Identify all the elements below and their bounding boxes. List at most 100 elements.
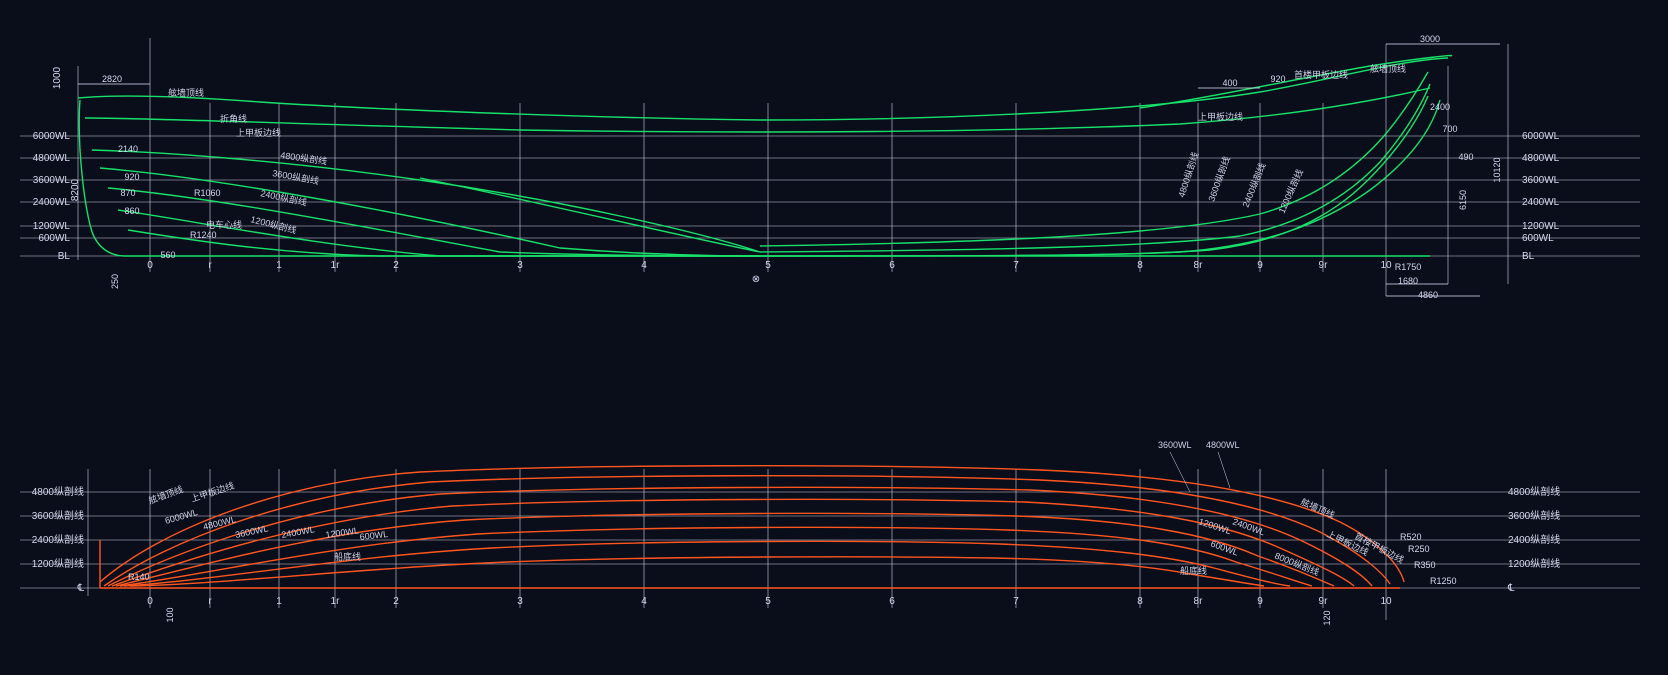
- svg-text:1200WL: 1200WL: [325, 525, 360, 540]
- svg-text:R520: R520: [1400, 532, 1422, 542]
- svg-text:上甲板边线: 上甲板边线: [189, 480, 235, 504]
- svg-text:2140: 2140: [118, 144, 138, 154]
- svg-text:8r: 8r: [1194, 596, 1204, 607]
- upper-station-labels: 0 r 1 1r 2 3 4 ⊗ 5 6 7 8 8r 9 9r 10: [147, 260, 1392, 285]
- svg-text:1200WL: 1200WL: [33, 221, 71, 232]
- svg-text:0: 0: [147, 596, 153, 607]
- svg-text:首楼甲板边线: 首楼甲板边线: [1294, 69, 1348, 80]
- svg-text:2400纵剖线: 2400纵剖线: [1240, 161, 1268, 209]
- svg-text:R1750: R1750: [1395, 262, 1422, 272]
- svg-text:上甲板边线: 上甲板边线: [236, 127, 281, 138]
- svg-text:3600纵剖线: 3600纵剖线: [1206, 155, 1232, 203]
- upper-left-labels: 6000WL 4800WL 3600WL 2400WL 1200WL 600WL…: [33, 66, 81, 262]
- svg-text:4: 4: [641, 260, 647, 271]
- svg-text:舷墙顶线: 舷墙顶线: [1299, 496, 1336, 521]
- svg-text:1200WL: 1200WL: [1522, 221, 1560, 232]
- svg-text:3: 3: [517, 596, 523, 607]
- svg-text:490: 490: [1458, 152, 1473, 162]
- svg-text:3600WL: 3600WL: [33, 175, 71, 186]
- svg-text:250: 250: [110, 274, 120, 289]
- svg-text:℄: ℄: [77, 583, 85, 594]
- svg-text:10: 10: [1380, 596, 1392, 607]
- cad-drawing: 6000WL 4800WL 3600WL 2400WL 1200WL 600WL…: [0, 0, 1668, 675]
- upper-view: 6000WL 4800WL 3600WL 2400WL 1200WL 600WL…: [20, 34, 1640, 300]
- svg-text:R1250: R1250: [1430, 576, 1457, 586]
- svg-text:BL: BL: [58, 251, 71, 262]
- svg-text:400: 400: [1222, 78, 1237, 88]
- svg-text:3600纵剖线: 3600纵剖线: [1508, 509, 1560, 522]
- svg-text:560: 560: [160, 250, 175, 260]
- svg-text:折角线: 折角线: [220, 113, 247, 124]
- svg-text:⊗: ⊗: [752, 274, 760, 285]
- svg-text:r: r: [208, 596, 212, 607]
- lower-long-grid: [20, 492, 1640, 588]
- svg-text:船底线: 船底线: [1180, 565, 1207, 576]
- svg-text:2400: 2400: [1430, 102, 1450, 112]
- svg-text:2400WL: 2400WL: [1231, 516, 1266, 537]
- svg-text:1000: 1000: [52, 66, 63, 89]
- svg-text:1680: 1680: [1398, 276, 1418, 286]
- svg-text:10: 10: [1380, 260, 1392, 271]
- svg-text:1: 1: [276, 596, 282, 607]
- svg-text:2: 2: [393, 260, 399, 271]
- svg-text:6000WL: 6000WL: [164, 507, 199, 526]
- svg-text:4860: 4860: [1418, 290, 1438, 300]
- svg-text:4800WL: 4800WL: [1522, 153, 1560, 164]
- svg-text:700: 700: [1442, 124, 1457, 134]
- svg-text:7: 7: [1013, 260, 1019, 271]
- svg-text:R140: R140: [128, 572, 150, 582]
- svg-text:4: 4: [641, 596, 647, 607]
- svg-text:6150: 6150: [1458, 190, 1468, 210]
- svg-text:舷墙顶线: 舷墙顶线: [168, 87, 204, 98]
- svg-text:电车心线: 电车心线: [206, 219, 242, 230]
- svg-text:8r: 8r: [1194, 260, 1204, 271]
- svg-text:舷墙顶线: 舷墙顶线: [1370, 63, 1406, 74]
- svg-text:2: 2: [393, 596, 399, 607]
- svg-text:1200纵剖线: 1200纵剖线: [32, 557, 84, 570]
- lower-left-labels: 4800纵剖线 3600纵剖线 2400纵剖线 1200纵剖线 ℄: [32, 485, 85, 594]
- svg-text:9r: 9r: [1319, 596, 1329, 607]
- svg-text:R250: R250: [1408, 544, 1430, 554]
- upper-line-labels: 舷墙顶线 折角线 上甲板边线 4800纵剖线 3600纵剖线 2400纵剖线 1…: [168, 63, 1406, 235]
- svg-text:BL: BL: [1522, 251, 1535, 262]
- svg-text:2820: 2820: [102, 74, 122, 84]
- svg-text:r: r: [208, 260, 212, 271]
- svg-text:2400纵剖线: 2400纵剖线: [260, 187, 308, 208]
- svg-text:920: 920: [124, 172, 139, 182]
- svg-text:1: 1: [276, 260, 282, 271]
- svg-text:3000: 3000: [1420, 34, 1440, 44]
- svg-text:3600WL: 3600WL: [1522, 175, 1560, 186]
- svg-text:2400WL: 2400WL: [1522, 197, 1560, 208]
- svg-text:船底线: 船底线: [334, 551, 361, 562]
- svg-text:7: 7: [1013, 596, 1019, 607]
- svg-text:860: 860: [124, 206, 139, 216]
- upper-aft-dims: 2820 2140 920 870 860 560 250 R1060 R124…: [78, 74, 221, 289]
- svg-text:120: 120: [1322, 610, 1332, 625]
- svg-text:4800WL: 4800WL: [202, 514, 237, 532]
- svg-text:舷墙顶线: 舷墙顶线: [147, 483, 185, 506]
- svg-text:6000WL: 6000WL: [1522, 131, 1560, 142]
- svg-text:R350: R350: [1414, 560, 1436, 570]
- svg-text:8: 8: [1137, 596, 1143, 607]
- svg-text:9: 9: [1257, 260, 1263, 271]
- svg-text:1200纵剖线: 1200纵剖线: [1276, 167, 1305, 214]
- svg-text:1r: 1r: [331, 596, 341, 607]
- svg-text:10120: 10120: [1492, 157, 1502, 182]
- svg-text:3600WL: 3600WL: [234, 523, 269, 540]
- svg-text:5: 5: [765, 260, 771, 271]
- svg-text:6: 6: [889, 596, 895, 607]
- svg-text:0: 0: [147, 260, 153, 271]
- lower-station-labels: 0 r 1 1r 2 3 4 5 6 7 8 8r 9 9r 10: [147, 596, 1392, 607]
- svg-text:920: 920: [1270, 74, 1285, 84]
- svg-text:3600WL: 3600WL: [1158, 440, 1192, 450]
- svg-text:9r: 9r: [1319, 260, 1329, 271]
- svg-text:6000WL: 6000WL: [33, 131, 71, 142]
- svg-text:4800纵剖线: 4800纵剖线: [32, 485, 84, 498]
- svg-text:1200WL: 1200WL: [1197, 516, 1232, 536]
- lower-station-grid: [88, 469, 1386, 620]
- svg-text:9: 9: [1257, 596, 1263, 607]
- svg-text:600WL: 600WL: [1522, 233, 1554, 244]
- svg-text:3: 3: [517, 260, 523, 271]
- svg-text:100: 100: [165, 607, 175, 622]
- svg-text:1200纵剖线: 1200纵剖线: [1508, 557, 1560, 570]
